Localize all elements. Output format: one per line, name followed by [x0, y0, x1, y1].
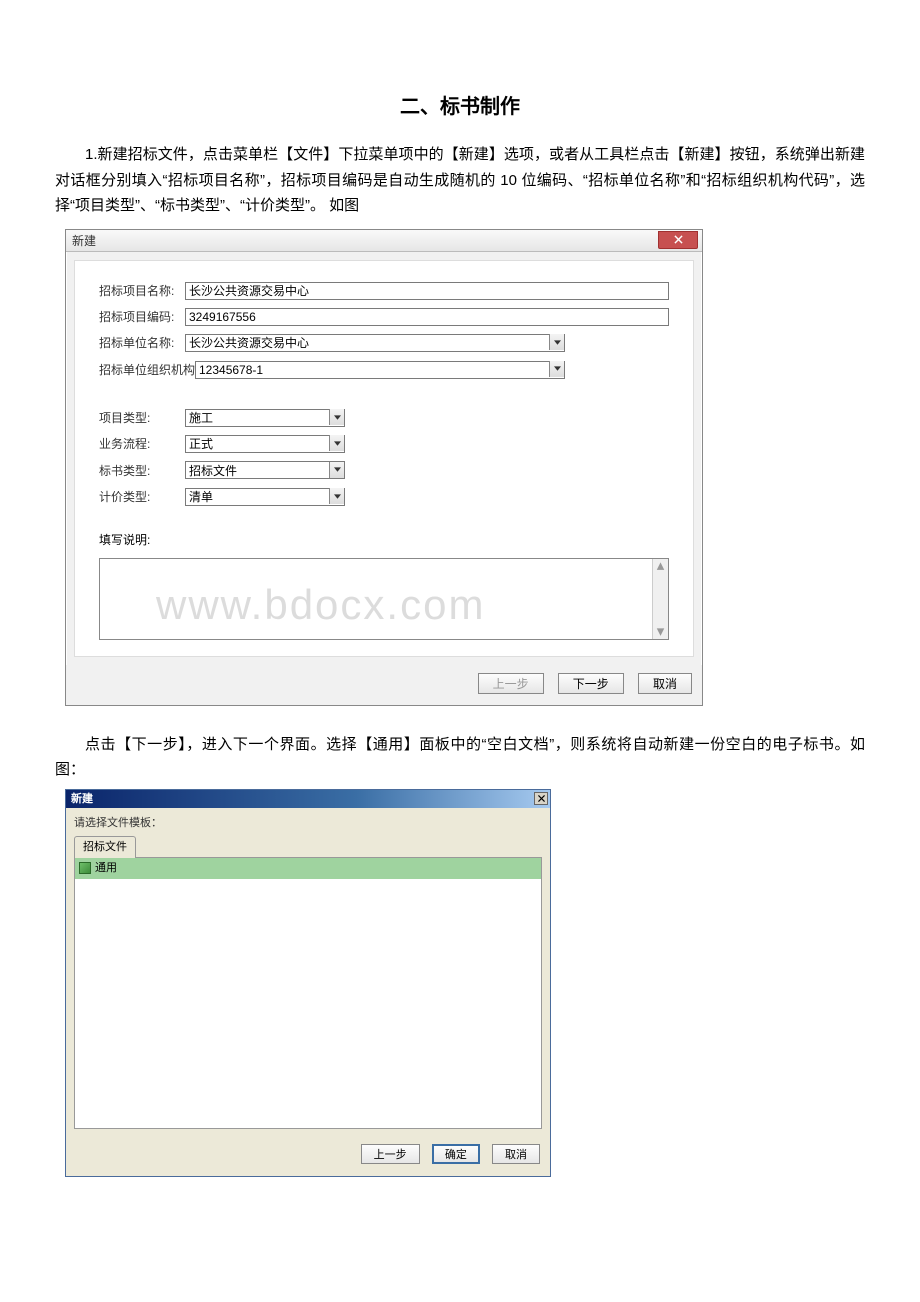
new-dialog-1: 新建 招标项目名称: 招标项目编码: 招标单位名称: 招	[65, 229, 703, 706]
dialog1-titlebar: 新建	[66, 230, 702, 252]
cancel-button[interactable]: 取消	[638, 673, 692, 694]
list-item-label: 通用	[95, 859, 117, 878]
template-listbox[interactable]: 通用	[74, 857, 542, 1129]
chevron-down-icon[interactable]	[329, 435, 344, 451]
label-project-name: 招标项目名称:	[99, 281, 185, 301]
intro-paragraph-1: 1.新建招标文件，点击菜单栏【文件】下拉菜单项中的【新建】选项，或者从工具栏点击…	[55, 142, 865, 219]
prev-button[interactable]: 上一步	[478, 673, 544, 694]
next-button[interactable]: 下一步	[558, 673, 624, 694]
prev-button[interactable]: 上一步	[361, 1144, 420, 1164]
tab-tender-file[interactable]: 招标文件	[74, 836, 136, 858]
ok-button[interactable]: 确定	[432, 1144, 480, 1164]
label-org-code: 招标单位组织机构	[99, 360, 195, 380]
close-icon[interactable]	[658, 231, 698, 249]
cancel-button[interactable]: 取消	[492, 1144, 540, 1164]
dialog2-title: 新建	[71, 793, 93, 805]
section-heading: 二、标书制作	[55, 90, 865, 124]
proj-type-select[interactable]	[185, 409, 345, 427]
chevron-down-icon[interactable]	[549, 361, 564, 377]
chevron-down-icon[interactable]	[329, 462, 344, 478]
chevron-down-icon[interactable]	[329, 409, 344, 425]
close-icon[interactable]	[534, 792, 548, 805]
chevron-down-icon[interactable]	[329, 488, 344, 504]
label-doc-type: 标书类型:	[99, 461, 185, 481]
project-name-input[interactable]	[185, 282, 669, 300]
notes-textarea[interactable]: www.bdocx.com ▴ ▾	[99, 558, 669, 640]
label-proj-type: 项目类型:	[99, 408, 185, 428]
scroll-up-icon[interactable]: ▴	[653, 559, 668, 573]
template-label: 请选择文件模板：	[74, 814, 542, 833]
label-biz-flow: 业务流程:	[99, 434, 185, 454]
file-icon	[79, 862, 91, 874]
biz-flow-select[interactable]	[185, 435, 345, 453]
label-project-code: 招标项目编码:	[99, 307, 185, 327]
org-name-select[interactable]	[185, 334, 565, 352]
dialog2-titlebar: 新建	[66, 790, 550, 808]
label-notes: 填写说明:	[99, 530, 669, 550]
doc-type-select[interactable]	[185, 461, 345, 479]
scrollbar[interactable]: ▴ ▾	[652, 559, 668, 639]
chevron-down-icon[interactable]	[549, 334, 564, 350]
intro-paragraph-2: 点击【下一步】，进入下一个界面。选择【通用】面板中的“空白文档”，则系统将自动新…	[55, 732, 865, 783]
org-code-select[interactable]	[195, 361, 565, 379]
new-dialog-2: 新建 请选择文件模板： 招标文件 通用 上一步 确定 取消	[65, 789, 551, 1178]
label-price-type: 计价类型:	[99, 487, 185, 507]
list-item-general[interactable]: 通用	[75, 858, 541, 879]
scroll-down-icon[interactable]: ▾	[653, 625, 668, 639]
price-type-select[interactable]	[185, 488, 345, 506]
dialog1-title: 新建	[72, 234, 96, 248]
project-code-input[interactable]	[185, 308, 669, 326]
watermark-text: www.bdocx.com	[156, 569, 485, 640]
label-org-name: 招标单位名称:	[99, 333, 185, 353]
